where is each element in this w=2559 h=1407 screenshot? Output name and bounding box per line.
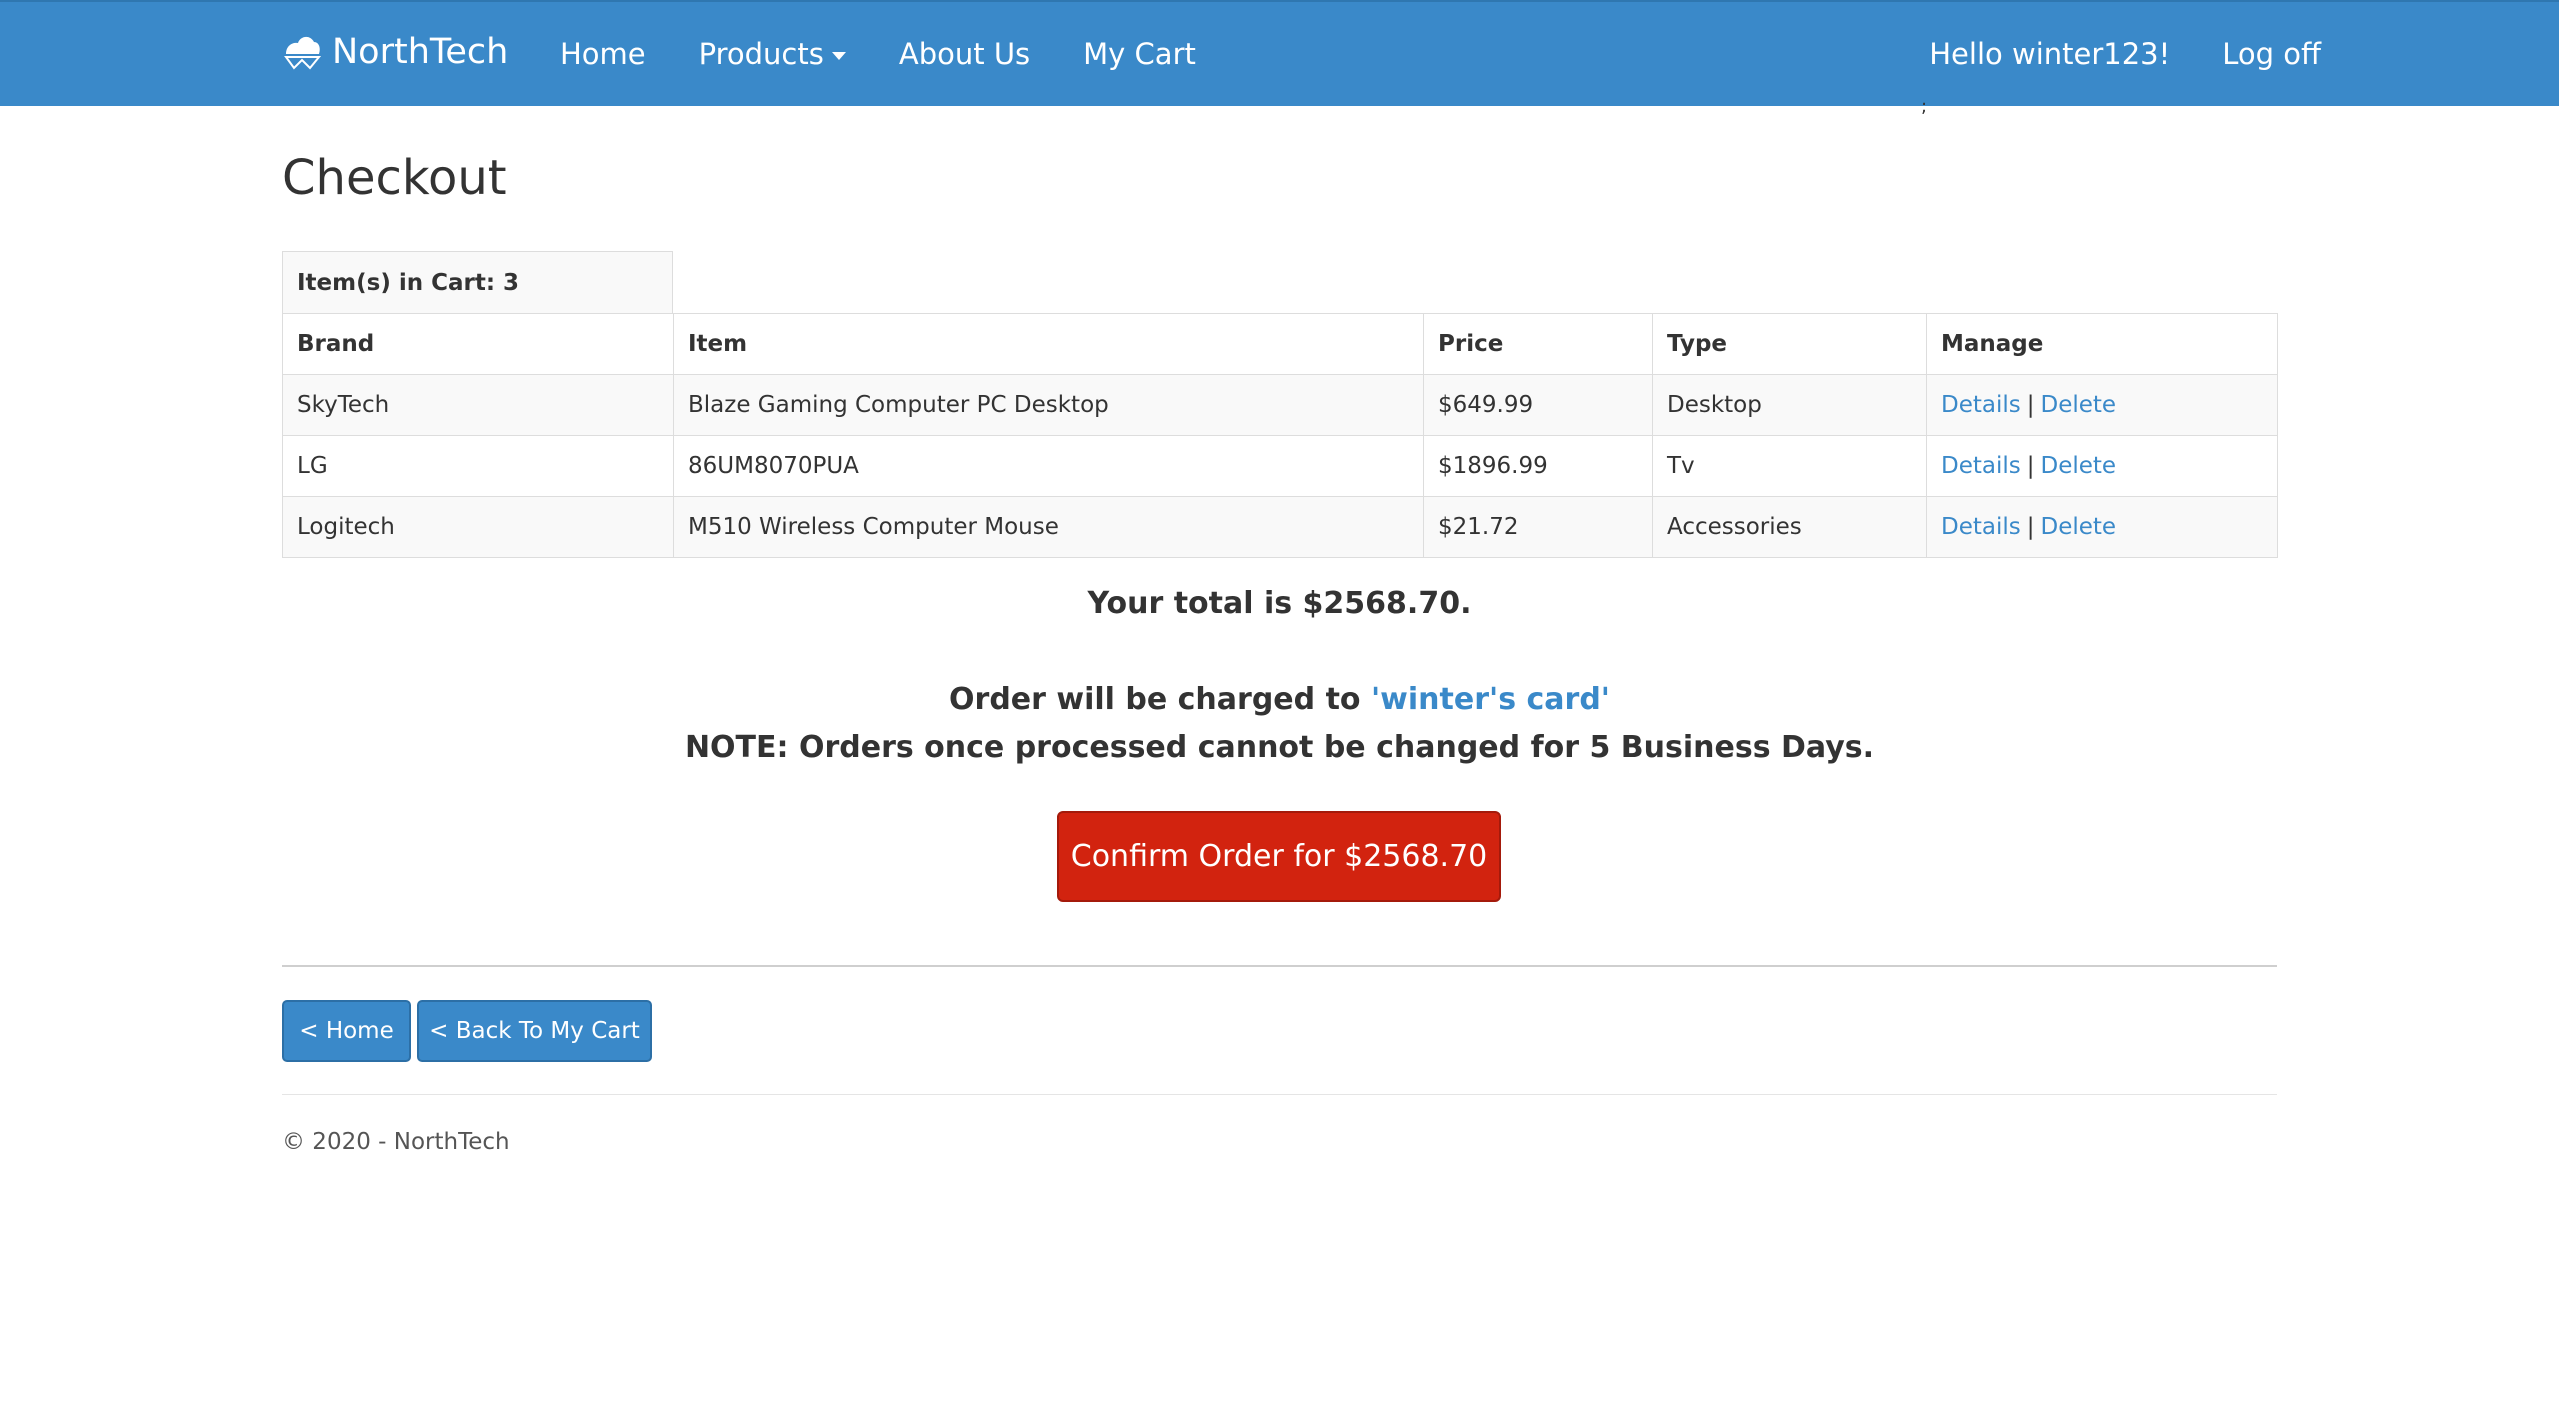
cell-brand: SkyTech — [282, 374, 674, 436]
delete-link[interactable]: Delete — [2041, 514, 2117, 540]
table-row: SkyTech Blaze Gaming Computer PC Desktop… — [282, 374, 2278, 436]
header-manage: Manage — [1926, 313, 2278, 375]
home-button[interactable]: < Home — [282, 1000, 411, 1062]
footer-divider — [282, 1094, 2277, 1095]
navbar: NorthTech Home Products About Us My Cart… — [0, 0, 2559, 106]
page-title: Checkout — [282, 150, 507, 206]
nav-links: Home Products About Us My Cart — [560, 34, 1249, 74]
brand-name: NorthTech — [332, 32, 509, 72]
divider — [282, 965, 2277, 967]
cell-type: Accessories — [1652, 496, 1927, 558]
details-link[interactable]: Details — [1941, 453, 2021, 479]
charge-prefix: Order will be charged to — [949, 682, 1361, 717]
cloud-mountain-icon — [282, 30, 322, 74]
cell-manage: Details | Delete — [1926, 496, 2278, 558]
delete-link[interactable]: Delete — [2041, 392, 2117, 418]
cell-type: Tv — [1652, 435, 1927, 497]
link-separator: | — [2026, 514, 2035, 540]
user-greeting-link[interactable]: Hello winter123! — [1929, 34, 2170, 74]
header-brand: Brand — [282, 313, 674, 375]
cell-manage: Details | Delete — [1926, 374, 2278, 436]
cell-brand: Logitech — [282, 496, 674, 558]
header-price: Price — [1423, 313, 1653, 375]
card-name-link[interactable]: 'winter's card' — [1371, 682, 1610, 717]
link-separator: | — [2026, 453, 2035, 479]
link-separator: | — [2026, 392, 2035, 418]
table-header-row: Brand Item Price Type Manage — [282, 313, 2278, 375]
navbar-inner: NorthTech Home Products About Us My Cart… — [282, 2, 2321, 106]
cell-price: $21.72 — [1423, 496, 1653, 558]
charge-info: Order will be charged to 'winter's card' — [282, 680, 2277, 720]
table-row: LG 86UM8070PUA $1896.99 Tv Details | Delet… — [282, 435, 2278, 497]
cart-count-label: Item(s) in Cart: 3 — [282, 251, 673, 313]
table-row: Logitech M510 Wireless Computer Mouse $2… — [282, 496, 2278, 558]
cell-item: M510 Wireless Computer Mouse — [673, 496, 1424, 558]
nav-my-cart[interactable]: My Cart — [1083, 34, 1196, 74]
details-link[interactable]: Details — [1941, 514, 2021, 540]
cell-manage: Details | Delete — [1926, 435, 2278, 497]
confirm-order-button[interactable]: Confirm Order for $2568.70 — [1057, 811, 1501, 902]
nav-about-us[interactable]: About Us — [899, 34, 1030, 74]
nav-products-label: Products — [698, 37, 824, 71]
cart-table: Brand Item Price Type Manage SkyTech Bla… — [282, 313, 2278, 558]
nav-home[interactable]: Home — [560, 34, 646, 74]
nav-products-dropdown[interactable]: Products — [699, 34, 846, 74]
details-link[interactable]: Details — [1941, 392, 2021, 418]
caret-down-icon — [831, 52, 846, 60]
order-total: Your total is $2568.70. — [1087, 586, 1472, 621]
delete-link[interactable]: Delete — [2041, 453, 2117, 479]
cell-price: $649.99 — [1423, 374, 1653, 436]
nav-user-area: Hello winter123! Log off — [1877, 34, 2321, 74]
stray-mark: ; — [1921, 96, 1928, 117]
processing-note: NOTE: Orders once processed cannot be ch… — [684, 730, 1875, 765]
footer-copyright: © 2020 - NorthTech — [282, 1129, 510, 1155]
cell-brand: LG — [282, 435, 674, 497]
back-to-cart-button[interactable]: < Back To My Cart — [417, 1000, 652, 1062]
header-item: Item — [673, 313, 1424, 375]
cell-item: 86UM8070PUA — [673, 435, 1424, 497]
cell-type: Desktop — [1652, 374, 1927, 436]
header-type: Type — [1652, 313, 1927, 375]
cell-item: Blaze Gaming Computer PC Desktop — [673, 374, 1424, 436]
logoff-link[interactable]: Log off — [2222, 34, 2321, 74]
brand-link[interactable]: NorthTech — [282, 30, 508, 74]
cell-price: $1896.99 — [1423, 435, 1653, 497]
